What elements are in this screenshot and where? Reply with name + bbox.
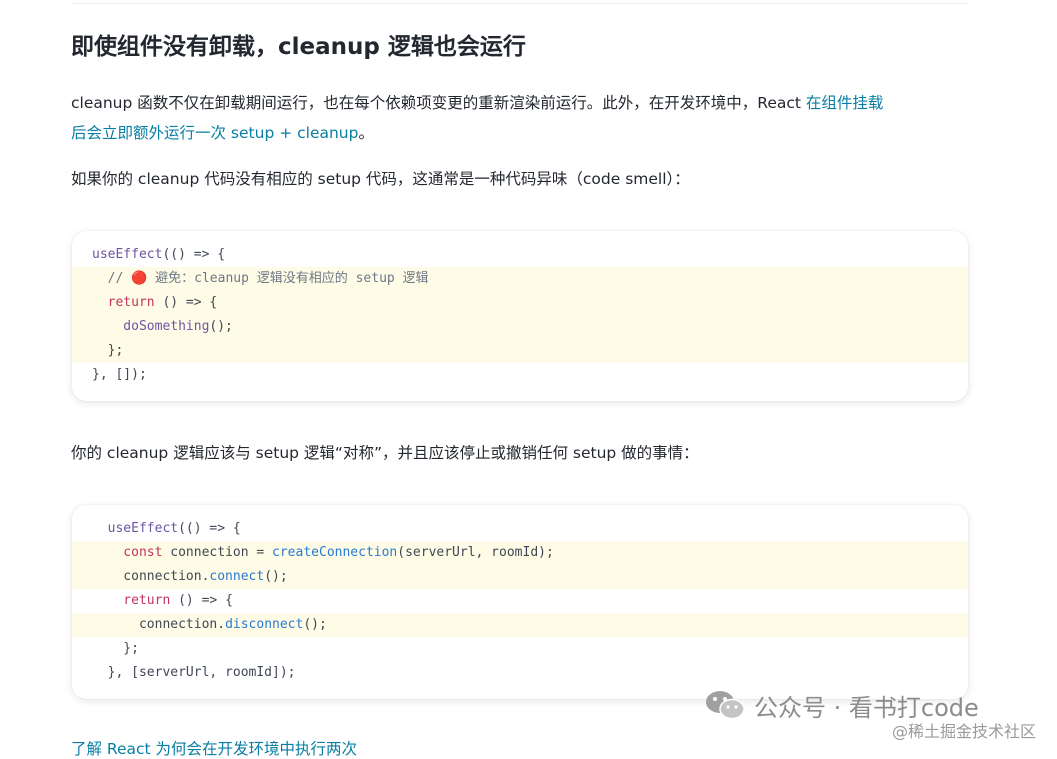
code-line: }; bbox=[72, 637, 968, 661]
code-token: connection. bbox=[92, 569, 210, 584]
code-token: 避免：cleanup 逻辑没有相应的 setup 逻辑 bbox=[147, 271, 429, 286]
code-token: (() => { bbox=[178, 521, 241, 536]
code-line: }, [serverUrl, roomId]); bbox=[72, 661, 968, 685]
code-line: }; bbox=[72, 339, 968, 363]
code-token: }, []); bbox=[92, 367, 147, 382]
watermark-credit: @稀土掘金技术社区 bbox=[892, 722, 1037, 741]
code-line: useEffect(() => { bbox=[72, 517, 968, 541]
code-block-good-example: useEffect(() => { const connection = cre… bbox=[72, 505, 968, 699]
code-token: doSomething bbox=[92, 319, 210, 334]
code-token: (); bbox=[209, 319, 233, 334]
paragraph-code-smell: 如果你的 cleanup 代码没有相应的 setup 代码，这通常是一种代码异味… bbox=[71, 170, 690, 188]
code-token: return bbox=[92, 593, 171, 608]
code-line: }, []); bbox=[72, 363, 968, 387]
code-token: }; bbox=[92, 343, 124, 358]
code-token: connection = bbox=[162, 545, 273, 560]
code-token: (serverUrl, roomId); bbox=[397, 545, 554, 560]
code-token: connection. bbox=[92, 617, 226, 632]
paragraph-text: cleanup 函数不仅在卸载期间运行，也在每个依赖项变更的重新渲染前运行。此外… bbox=[71, 94, 806, 112]
code-token: useEffect bbox=[92, 521, 179, 536]
code-token: connect bbox=[209, 569, 265, 584]
code-token: (); bbox=[303, 617, 327, 632]
code-token: () => { bbox=[170, 593, 233, 608]
section-heading: 即使组件没有卸载，cleanup 逻辑也会运行 bbox=[71, 34, 526, 60]
code-token: useEffect bbox=[92, 247, 163, 262]
paragraph-symmetric: 你的 cleanup 逻辑应该与 setup 逻辑“对称”，并且应该停止或撤销任… bbox=[71, 444, 699, 462]
code-line: return () => { bbox=[72, 291, 968, 315]
code-block-bad-example: useEffect(() => { // 🔴 避免：cleanup 逻辑没有相应… bbox=[72, 231, 968, 401]
red-circle-icon: 🔴 bbox=[131, 271, 148, 286]
code-token: createConnection bbox=[272, 545, 398, 560]
code-token: (() => { bbox=[162, 247, 226, 262]
code-token: const bbox=[92, 545, 163, 560]
code-token: return bbox=[92, 295, 155, 310]
wechat-icon bbox=[706, 691, 745, 720]
code-token: () => { bbox=[154, 295, 218, 310]
top-divider bbox=[72, 3, 968, 4]
code-token: disconnect bbox=[225, 617, 304, 632]
code-line: useEffect(() => { bbox=[72, 243, 968, 267]
code-line: return () => { bbox=[72, 589, 968, 613]
code-line: connection.disconnect(); bbox=[72, 613, 968, 637]
code-line: doSomething(); bbox=[72, 315, 968, 339]
link-bottom-cutoff[interactable]: 了解 React 为何会在开发环境中执行两次 bbox=[71, 737, 357, 759]
code-token: (); bbox=[264, 569, 288, 584]
paragraph-cleanup-timing: cleanup 函数不仅在卸载期间运行，也在每个依赖项变更的重新渲染前运行。此外… bbox=[71, 94, 884, 142]
code-line: const connection = createConnection(serv… bbox=[72, 541, 968, 565]
code-token: // bbox=[92, 271, 132, 286]
code-token: }; bbox=[92, 641, 139, 656]
code-token: }, [serverUrl, roomId]); bbox=[92, 665, 296, 680]
code-line: connection.connect(); bbox=[72, 565, 968, 589]
code-line: // 🔴 避免：cleanup 逻辑没有相应的 setup 逻辑 bbox=[72, 267, 968, 291]
